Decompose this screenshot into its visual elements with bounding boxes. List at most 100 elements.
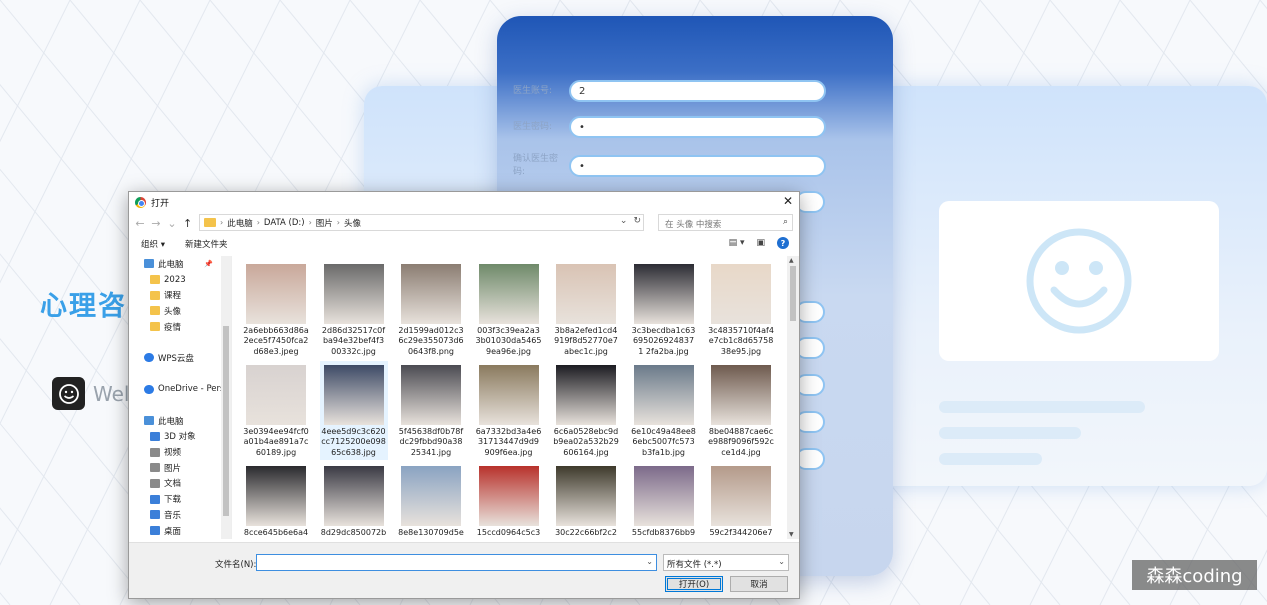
address-input[interactable]: › 此电脑 › DATA (D:) › 图片 › 头像 ⌄ ↻ xyxy=(199,214,644,231)
file-tile[interactable]: 3e0394ee94fcf0a01b4ae891a7c60189.jpg xyxy=(242,361,310,460)
file-tile[interactable]: 8cce645b6e6a41df0da3842605 xyxy=(242,462,310,539)
nav-item-label: 课程 xyxy=(164,291,182,302)
breadcrumb-item[interactable]: 头像 xyxy=(344,217,361,229)
breadcrumb-item[interactable]: 此电脑 xyxy=(227,217,253,229)
cloud-icon xyxy=(144,384,154,394)
nav-item[interactable]: WPS云盘 xyxy=(130,350,231,366)
nav-item[interactable]: 桌面 xyxy=(130,523,231,539)
file-tile[interactable]: 2d86d32517c0fba94e32bef4f300332c.jpg xyxy=(320,260,388,359)
file-open-dialog: 打开 ✕ ← → ⌄ ↑ › 此电脑 › DATA (D:) › 图片 › 头像… xyxy=(128,191,800,599)
confirm-password-input[interactable]: • xyxy=(569,155,826,177)
file-tile[interactable]: 3c4835710f4af4e7cb1c8d6575838e95.jpg xyxy=(707,260,775,359)
search-input[interactable]: 在 头像 中搜索 ⌕ xyxy=(658,214,793,231)
recent-locations-icon[interactable]: ⌄ xyxy=(167,217,177,230)
file-list-scrollbar[interactable]: ▲ ▼ xyxy=(787,256,799,539)
file-name: 4eee5d9c3c620cc7125200e09865c638.jpg xyxy=(321,427,386,457)
help-icon[interactable]: ? xyxy=(777,237,789,249)
dialog-footer: 文件名(N): ⌄ 所有文件 (*.*) ⌄ 打开(O) 取消 xyxy=(129,542,799,598)
breadcrumb-item[interactable]: 图片 xyxy=(316,217,333,229)
nav-item[interactable]: 视频 xyxy=(130,444,231,460)
file-tile[interactable]: 003f3c39ea2a33b01030da54659ea96e.jpg xyxy=(475,260,543,359)
file-tile[interactable]: 8be04887cae6ce988f9096f592cce1d4.jpg xyxy=(707,361,775,460)
drive-icon xyxy=(150,494,160,504)
file-type-select[interactable]: 所有文件 (*.*) ⌄ xyxy=(663,554,789,571)
file-name: 30c22c66bf2c292bf0f3bb3414 xyxy=(555,528,617,539)
nav-item xyxy=(130,366,231,382)
nav-item[interactable]: 3D 对象 xyxy=(130,429,231,445)
nav-item[interactable]: 音乐 xyxy=(130,507,231,523)
file-tile[interactable]: 15ccd0964c5c37abb47dd6873 xyxy=(475,462,543,539)
file-tile[interactable]: 6e10c49a48ee86ebc5007fc573b3fa1b.jpg xyxy=(630,361,698,460)
file-tile[interactable]: 4eee5d9c3c620cc7125200e09865c638.jpg xyxy=(319,361,388,460)
address-dropdown-icon[interactable]: ⌄ xyxy=(620,216,628,226)
nav-item-label: 音乐 xyxy=(164,510,182,521)
file-name: 8e8e130709d5e94a81adb85b2 xyxy=(398,528,464,539)
password-input[interactable]: • xyxy=(569,116,826,138)
close-button[interactable]: ✕ xyxy=(783,194,793,208)
nav-item[interactable]: 此电脑 📌 xyxy=(130,256,231,272)
nav-scrollbar[interactable] xyxy=(221,256,231,539)
nav-item[interactable]: 文档 xyxy=(130,476,231,492)
nav-item[interactable]: 头像 xyxy=(130,303,231,319)
nav-item[interactable]: OS (C:) xyxy=(130,538,231,539)
file-tile[interactable]: 2a6ebb663d86a2ece5f7450fca2d68e3.jpeg xyxy=(242,260,310,359)
account-input[interactable]: 2 xyxy=(569,80,826,102)
filename-label: 文件名(N): xyxy=(215,560,257,570)
file-name: 2a6ebb663d86a2ece5f7450fca2d68e3.jpeg xyxy=(243,326,309,356)
nav-item-label: OneDrive - Pers xyxy=(158,384,225,395)
dialog-titlebar: 打开 ✕ xyxy=(129,192,799,212)
file-tile[interactable]: 55cfdb8376bb916de877b2e7e xyxy=(630,462,698,539)
back-arrow-icon[interactable]: ← xyxy=(135,217,145,230)
file-tile[interactable]: 6c6a0528ebc9db9ea02a532b29606164.jpg xyxy=(552,361,620,460)
nav-item[interactable]: 2023 xyxy=(130,272,231,288)
file-name: 003f3c39ea2a33b01030da54659ea96e.jpg xyxy=(475,326,542,356)
image-thumbnail xyxy=(711,365,771,425)
file-tile[interactable]: 5f45638df0b78fdc29fbbd90a3825341.jpg xyxy=(397,361,465,460)
image-thumbnail xyxy=(478,264,539,324)
nav-item[interactable]: 此电脑 xyxy=(130,413,231,429)
breadcrumb-item[interactable]: DATA (D:) xyxy=(264,218,305,228)
file-tile[interactable]: 8d29dc850072b01e912bbc6d xyxy=(320,462,388,539)
form-label: 确认医生密码: xyxy=(513,154,559,177)
drive-icon xyxy=(150,510,160,520)
form-row-confirm-password: 确认医生密码: • xyxy=(513,153,826,179)
file-tile[interactable]: 6a7332bd3a4e631713447d9d9909f6ea.jpg xyxy=(475,361,543,460)
placeholder-bar xyxy=(939,453,1042,465)
nav-item[interactable]: 下载 xyxy=(130,491,231,507)
file-name: 55cfdb8376bb916de877b2e7e xyxy=(631,528,696,539)
form-label: 医生密码: xyxy=(513,121,553,132)
chevron-down-icon[interactable]: ⌄ xyxy=(646,557,653,566)
image-thumbnail xyxy=(633,365,694,425)
nav-item[interactable]: 图片 xyxy=(130,460,231,476)
smile-badge-icon xyxy=(52,377,85,410)
file-name: 8be04887cae6ce988f9096f592cce1d4.jpg xyxy=(708,427,774,457)
file-tile[interactable]: 30c22c66bf2c292bf0f3bb3414 xyxy=(552,462,620,539)
search-icon: ⌕ xyxy=(782,217,788,227)
file-tile[interactable]: 3c3becdba1c636950269248371 2fa2ba.jpg xyxy=(630,260,698,359)
file-tile[interactable]: 3b8a2efed1cd4919f8d52770e7abec1c.jpg xyxy=(552,260,620,359)
up-arrow-icon[interactable]: ↑ xyxy=(183,217,192,230)
nav-item[interactable]: OneDrive - Pers xyxy=(130,382,231,398)
folder-icon xyxy=(150,275,160,285)
file-tile[interactable]: 2d1599ad012c36c29e355073d60643f8.png xyxy=(397,260,465,359)
nav-item-label: 下载 xyxy=(164,495,182,506)
filename-input[interactable]: ⌄ xyxy=(256,554,657,571)
nav-item[interactable]: 课程 xyxy=(130,287,231,303)
forward-arrow-icon[interactable]: → xyxy=(151,217,161,230)
file-tile[interactable]: 8e8e130709d5e94a81adb85b2 xyxy=(397,462,465,539)
open-button[interactable]: 打开(O) xyxy=(665,576,723,592)
dialog-toolbar: 组织 ▾ 新建文件夹 ▤ ▾ ▣ ? xyxy=(129,234,799,254)
file-tile[interactable]: 59c2f344206e75bfcbbb39252e xyxy=(707,462,775,539)
cancel-button[interactable]: 取消 xyxy=(730,576,788,592)
image-thumbnail xyxy=(556,466,616,526)
preview-pane-icon[interactable]: ▣ xyxy=(756,238,765,248)
app-title: 心理咨 xyxy=(40,291,127,322)
image-thumbnail xyxy=(633,466,694,526)
form-row-account: 医生账号: 2 xyxy=(513,80,826,102)
nav-item[interactable]: 疫情 xyxy=(130,319,231,335)
organize-button[interactable]: 组织 ▾ xyxy=(141,238,165,250)
file-name: 2d86d32517c0fba94e32bef4f300332c.jpg xyxy=(321,326,386,356)
refresh-icon[interactable]: ↻ xyxy=(633,216,641,226)
view-options-icon[interactable]: ▤ ▾ xyxy=(729,238,745,248)
new-folder-button[interactable]: 新建文件夹 xyxy=(185,238,228,250)
